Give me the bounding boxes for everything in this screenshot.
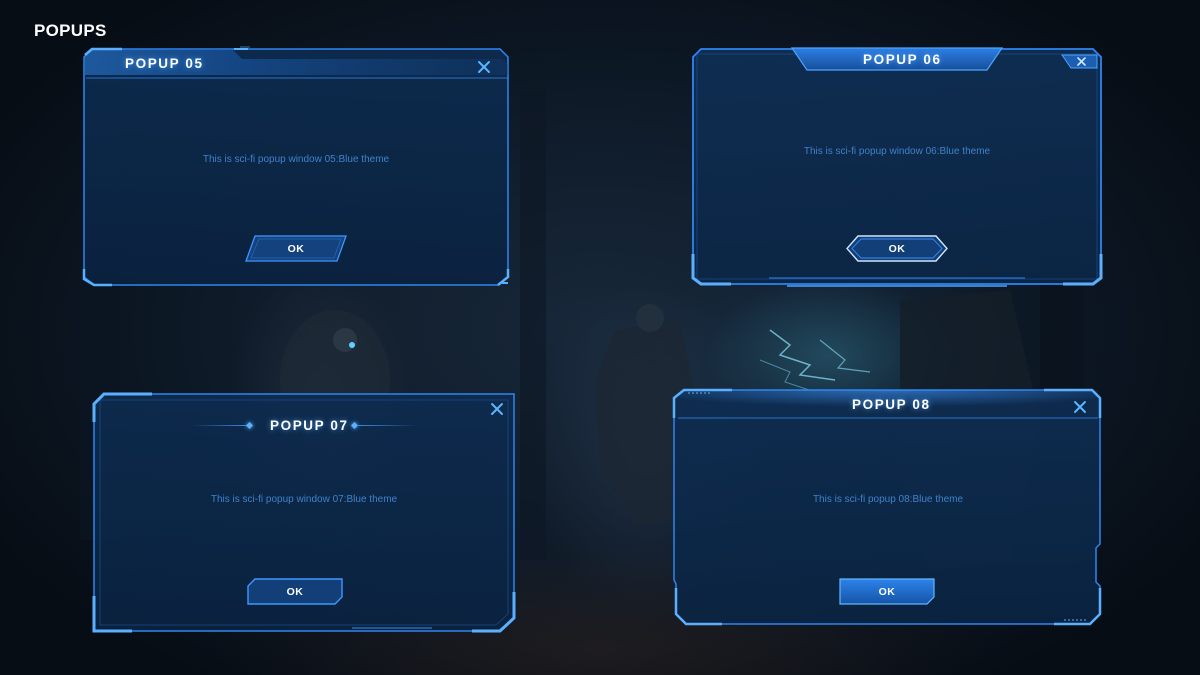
popup-07-title: POPUP 07 xyxy=(270,418,349,433)
popup-08: POPUP 08 This is sci-fi popup 08:Blue th… xyxy=(672,388,1104,628)
popup-08-message: This is sci-fi popup 08:Blue theme xyxy=(812,494,964,505)
popup-07-title-line-left xyxy=(192,425,247,426)
popup-05-title: POPUP 05 xyxy=(125,56,204,71)
popup-08-ok-label: OK xyxy=(878,585,896,598)
popup-06-close-button[interactable] xyxy=(1073,53,1091,71)
popup-07-ok-button[interactable]: OK xyxy=(247,578,343,605)
close-icon xyxy=(491,403,503,415)
popup-07-close-button[interactable] xyxy=(488,400,506,418)
popup-06: POPUP 06 This is sci-fi popup window 06:… xyxy=(691,46,1103,287)
popup-07: POPUP 07 This is sci-fi popup window 07:… xyxy=(92,392,516,633)
popup-06-title: POPUP 06 xyxy=(863,52,942,67)
close-icon xyxy=(478,61,490,73)
popup-07-ok-label: OK xyxy=(286,585,304,598)
popup-05: POPUP 05 This is sci-fi popup window 05:… xyxy=(82,46,510,287)
page-title: POPUPS xyxy=(34,21,107,40)
popup-05-message: This is sci-fi popup window 05:Blue them… xyxy=(202,154,390,165)
popup-07-message: This is sci-fi popup window 07:Blue them… xyxy=(210,494,398,505)
close-icon xyxy=(1077,57,1086,66)
popup-05-ok-button[interactable]: OK xyxy=(245,235,347,262)
popup-08-ok-button[interactable]: OK xyxy=(839,578,935,605)
popup-06-ok-label: OK xyxy=(888,242,906,255)
popup-06-ok-button[interactable]: OK xyxy=(846,235,948,262)
close-icon xyxy=(1074,401,1086,413)
popup-07-title-line-right xyxy=(357,425,417,426)
popup-06-message: This is sci-fi popup window 06:Blue them… xyxy=(803,146,991,157)
popup-08-close-button[interactable] xyxy=(1071,398,1089,416)
popup-05-ok-label: OK xyxy=(287,242,305,255)
popup-05-close-button[interactable] xyxy=(475,58,493,76)
popup-08-title: POPUP 08 xyxy=(852,397,931,412)
